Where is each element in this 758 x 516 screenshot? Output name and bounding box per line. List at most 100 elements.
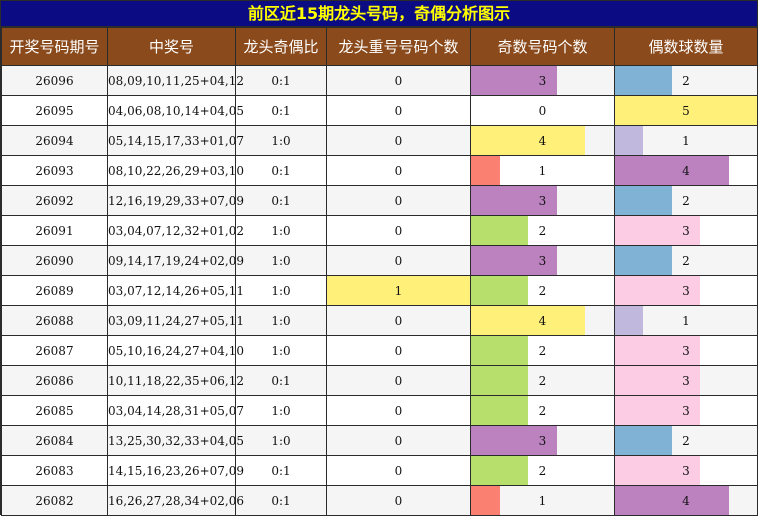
ratio-cell: 1:0 [235, 125, 327, 156]
even-count-cell: 2 [614, 65, 758, 96]
table-row: 26095 04,06,08,10,14+04,05 0:1 0 0 5 [1, 95, 758, 126]
even-count-value: 2 [682, 433, 690, 448]
period-cell: 26095 [1, 95, 108, 126]
odd-count-cell: 0 [470, 95, 615, 126]
even-count-value: 5 [682, 103, 690, 118]
table-row: 26088 03,09,11,24,27+05,11 1:0 0 4 1 [1, 305, 758, 336]
odd-count-value: 2 [538, 373, 547, 388]
odd-count-value: 2 [538, 283, 547, 298]
even-count-value: 2 [682, 193, 690, 208]
even-count-cell: 1 [614, 305, 758, 336]
even-count-bar [615, 306, 644, 335]
numbers-cell: 03,04,07,12,32+01,02 [107, 215, 244, 246]
numbers-cell: 04,06,08,10,14+04,05 [107, 95, 244, 126]
even-count-bar [615, 486, 729, 515]
table-row: 26085 03,04,14,28,31+05,07 1:0 0 2 3 [1, 395, 758, 426]
even-count-cell: 3 [614, 215, 758, 246]
even-count-value: 4 [682, 493, 690, 508]
numbers-cell: 03,09,11,24,27+05,11 [107, 305, 244, 336]
repeat-cell: 0 [326, 455, 471, 486]
table-row: 26082 16,26,27,28,34+02,06 0:1 0 1 4 [1, 485, 758, 516]
table-row: 26090 09,14,17,19,24+02,09 1:0 0 3 2 [1, 245, 758, 276]
ratio-cell: 1:0 [235, 395, 327, 426]
odd-count-value: 2 [538, 343, 547, 358]
numbers-cell: 03,07,12,14,26+05,11 [107, 275, 244, 306]
odd-count-cell: 3 [470, 185, 615, 216]
table-row: 26093 08,10,22,26,29+03,10 0:1 0 1 4 [1, 155, 758, 186]
even-count-bar [615, 126, 644, 155]
period-cell: 26094 [1, 125, 108, 156]
even-count-cell: 1 [614, 125, 758, 156]
odd-count-cell: 2 [470, 215, 615, 246]
ratio-cell: 1:0 [235, 335, 327, 366]
table-row: 26086 10,11,18,22,35+06,12 0:1 0 2 3 [1, 365, 758, 396]
numbers-cell: 05,14,15,17,33+01,07 [107, 125, 244, 156]
period-cell: 26091 [1, 215, 108, 246]
table-row: 26089 03,07,12,14,26+05,11 1:0 1 2 3 [1, 275, 758, 306]
period-cell: 26093 [1, 155, 108, 186]
odd-count-value: 0 [538, 103, 547, 118]
odd-count-value: 4 [538, 313, 547, 328]
odd-count-value: 4 [538, 133, 547, 148]
odd-count-cell: 4 [470, 305, 615, 336]
numbers-cell: 12,16,19,29,33+07,09 [107, 185, 244, 216]
ratio-cell: 0:1 [235, 65, 327, 96]
odd-count-value: 3 [538, 433, 547, 448]
header-odd-count: 奇数号码个数 [470, 27, 615, 66]
ratio-cell: 0:1 [235, 155, 327, 186]
odd-count-value: 2 [538, 223, 547, 238]
numbers-cell: 13,25,30,32,33+04,05 [107, 425, 244, 456]
odd-count-value: 3 [538, 193, 547, 208]
odd-count-cell: 2 [470, 275, 615, 306]
even-count-value: 3 [682, 373, 690, 388]
even-count-cell: 2 [614, 245, 758, 276]
even-count-value: 1 [682, 133, 690, 148]
even-count-cell: 4 [614, 155, 758, 186]
table-row: 26084 13,25,30,32,33+04,05 1:0 0 3 2 [1, 425, 758, 456]
odd-count-bar [471, 456, 529, 485]
even-count-cell: 4 [614, 485, 758, 516]
numbers-cell: 10,11,18,22,35+06,12 [107, 365, 244, 396]
odd-count-value: 1 [538, 493, 547, 508]
repeat-cell: 0 [326, 365, 471, 396]
header-even-count: 偶数球数量 [614, 27, 758, 66]
odd-count-value: 2 [538, 403, 547, 418]
even-count-cell: 3 [614, 335, 758, 366]
even-count-cell: 5 [614, 95, 758, 126]
odd-count-cell: 2 [470, 455, 615, 486]
period-cell: 26083 [1, 455, 108, 486]
numbers-cell: 14,15,16,23,26+07,09 [107, 455, 244, 486]
odd-count-cell: 4 [470, 125, 615, 156]
ratio-cell: 1:0 [235, 215, 327, 246]
repeat-cell: 0 [326, 65, 471, 96]
analysis-table: 开奖号码期号 中奖号 龙头奇偶比 龙头重号号码个数 奇数号码个数 偶数球数量 2… [1, 27, 758, 516]
table-body: 26096 08,09,10,11,25+04,12 0:1 0 3 2 26095 04,0… [1, 65, 758, 516]
odd-count-bar [471, 396, 529, 425]
table-title: 前区近15期龙头号码，奇偶分析图示 [1, 1, 757, 27]
repeat-cell: 0 [326, 95, 471, 126]
ratio-cell: 0:1 [235, 185, 327, 216]
odd-count-bar [471, 366, 529, 395]
even-count-value: 1 [682, 313, 690, 328]
numbers-cell: 08,09,10,11,25+04,12 [107, 65, 244, 96]
numbers-cell: 08,10,22,26,29+03,10 [107, 155, 244, 186]
even-count-bar [615, 246, 672, 275]
ratio-cell: 0:1 [235, 455, 327, 486]
table-row: 26096 08,09,10,11,25+04,12 0:1 0 3 2 [1, 65, 758, 96]
numbers-cell: 05,10,16,24,27+04,10 [107, 335, 244, 366]
period-cell: 26084 [1, 425, 108, 456]
table-row: 26092 12,16,19,29,33+07,09 0:1 0 3 2 [1, 185, 758, 216]
even-count-bar [615, 156, 729, 185]
repeat-cell: 0 [326, 155, 471, 186]
even-count-cell: 3 [614, 395, 758, 426]
even-count-value: 3 [682, 223, 690, 238]
header-ratio: 龙头奇偶比 [235, 27, 327, 66]
analysis-table-container: 前区近15期龙头号码，奇偶分析图示 开奖号码期号 中奖号 龙头奇偶比 龙头重号号… [0, 0, 758, 516]
odd-count-bar [471, 156, 500, 185]
even-count-value: 4 [682, 163, 690, 178]
ratio-cell: 1:0 [235, 245, 327, 276]
ratio-cell: 1:0 [235, 275, 327, 306]
repeat-cell: 0 [326, 185, 471, 216]
odd-count-bar [471, 336, 529, 365]
repeat-cell: 0 [326, 485, 471, 516]
